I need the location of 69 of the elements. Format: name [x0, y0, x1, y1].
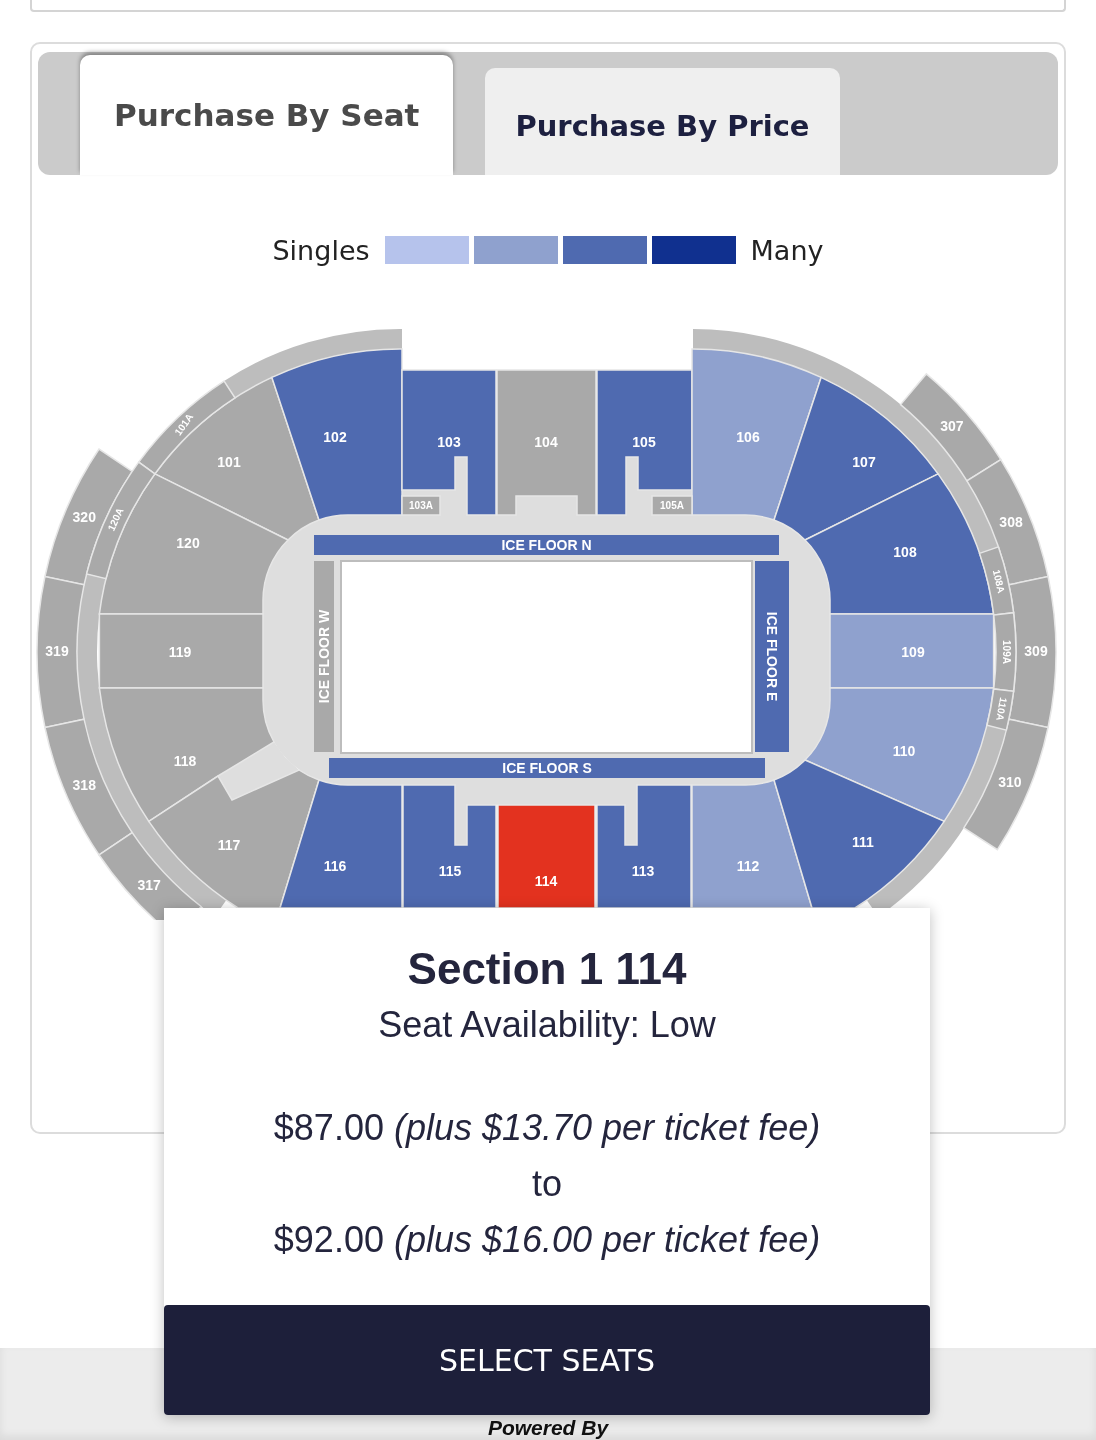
- seating-section[interactable]: [773, 759, 945, 909]
- footer-text: Powered By: [487, 1416, 609, 1439]
- section-label: 113: [631, 862, 655, 879]
- section-label: 103: [437, 433, 461, 450]
- seating-section[interactable]: [596, 369, 693, 516]
- seating-section[interactable]: [804, 687, 995, 823]
- section-label: 115: [438, 862, 462, 879]
- seating-section[interactable]: [804, 473, 995, 615]
- select-seats-button[interactable]: SELECT SEATS: [164, 1305, 930, 1415]
- section-label: 111: [852, 833, 874, 850]
- section-label: 105: [632, 433, 656, 450]
- legend-label: Singles: [272, 234, 370, 266]
- price-text: to: [531, 1162, 562, 1205]
- seating-section[interactable]: [36, 575, 85, 729]
- seating-section[interactable]: [271, 348, 403, 521]
- section-label: 120: [176, 534, 200, 551]
- price-text: $87.00 (plus $13.70 per ticket fee): [273, 1106, 821, 1149]
- availability-text: Seat Availability: Low: [378, 1004, 716, 1046]
- tab[interactable]: Purchase By Seat: [80, 55, 454, 175]
- section-label: 110A: [994, 696, 1010, 722]
- seating-section[interactable]: [978, 546, 1015, 616]
- popup-title: Section 1 114: [407, 944, 687, 994]
- section-label: 112: [736, 857, 760, 874]
- seating-section[interactable]: [279, 779, 403, 909]
- section-label: 318: [72, 776, 96, 793]
- section-label: 310: [998, 773, 1022, 790]
- seating-section[interactable]: [497, 804, 596, 909]
- seating-section[interactable]: [401, 495, 441, 516]
- seating-section[interactable]: [899, 373, 1002, 482]
- section-label: 308: [999, 514, 1023, 531]
- seating-section[interactable]: [98, 831, 202, 920]
- section-label: 109: [901, 643, 925, 660]
- ice-floor-section[interactable]: ICE FLOOR E: [755, 561, 789, 752]
- ice-floor-section[interactable]: ICE FLOOR S: [329, 758, 765, 778]
- seating-section[interactable]: [691, 348, 822, 521]
- section-label: 116: [323, 857, 347, 874]
- seating-section[interactable]: [44, 718, 133, 856]
- section-label: 320: [72, 508, 96, 525]
- section-label: 114: [534, 872, 558, 889]
- section-label: 110: [892, 742, 916, 759]
- section-label: 118: [173, 752, 197, 769]
- section-label: 117: [217, 836, 241, 853]
- seating-section[interactable]: [651, 495, 693, 516]
- section-label: 103A: [409, 499, 433, 511]
- section-label: 307: [940, 417, 964, 434]
- section-label: 108: [893, 543, 917, 560]
- section-label: 108A: [990, 568, 1007, 595]
- section-label: 309: [1024, 642, 1048, 659]
- section-label: 319: [45, 642, 69, 659]
- section-label: 105A: [660, 499, 684, 511]
- section-label: 120A: [105, 506, 126, 533]
- section-label: 104: [534, 433, 558, 450]
- section-label: 101: [217, 453, 241, 470]
- section-label: 106: [736, 428, 760, 445]
- seating-section[interactable]: [691, 779, 813, 909]
- price-text: $92.00 (plus $16.00 per ticket fee): [273, 1218, 821, 1261]
- section-label: 317: [137, 876, 161, 893]
- seating-section[interactable]: [986, 688, 1015, 731]
- section-label: 109A: [1001, 640, 1013, 664]
- section-label: 102: [323, 428, 347, 445]
- seating-section[interactable]: [401, 369, 497, 516]
- legend-label: Many: [750, 234, 824, 266]
- seating-section[interactable]: [44, 448, 133, 586]
- section-label: 119: [168, 643, 192, 660]
- ice-floor-section[interactable]: ICE FLOOR N: [314, 535, 779, 555]
- tab[interactable]: Purchase By Price: [485, 68, 840, 175]
- seating-section[interactable]: [773, 376, 939, 541]
- seating-section[interactable]: [963, 718, 1049, 851]
- section-label: 107: [852, 453, 876, 470]
